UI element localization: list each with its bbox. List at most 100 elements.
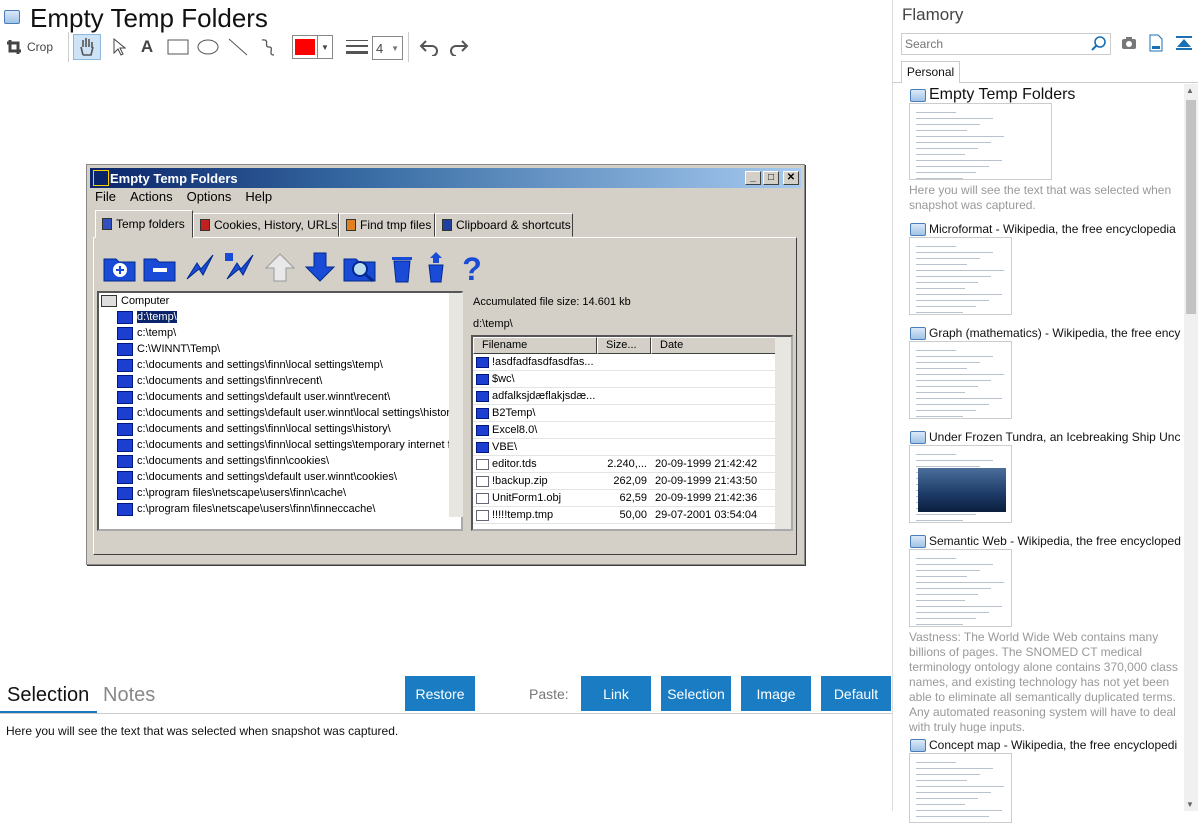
search-input[interactable] — [901, 33, 1111, 55]
column-size[interactable]: Size... — [597, 337, 651, 354]
arrow-down-icon[interactable] — [303, 251, 337, 283]
lightning-multi-icon[interactable] — [223, 251, 257, 283]
paste-selection-button[interactable]: Selection — [661, 676, 731, 711]
close-icon[interactable]: ✕ — [783, 171, 799, 185]
file-row[interactable]: !backup.zip 262,09 20-09-1999 21:43:50 — [473, 473, 777, 490]
entry-title[interactable]: Empty Temp Folders — [929, 86, 1181, 104]
thumbnail-text-line — [916, 124, 980, 125]
tab-temp-folders[interactable]: Temp folders — [95, 210, 193, 238]
entry-title[interactable]: Under Frozen Tundra, an Icebreaking Ship… — [929, 430, 1181, 444]
tab-selection[interactable]: Selection — [7, 684, 89, 707]
undo-button[interactable] — [416, 34, 442, 60]
tree-item[interactable]: c:\program files\netscape\users\finn\fin… — [117, 501, 375, 517]
tree-item[interactable]: c:\documents and settings\finn\local set… — [117, 437, 451, 453]
file-row[interactable]: !!!!!temp.tmp 50,00 29-07-2001 03:54:04 — [473, 507, 777, 524]
line-width-button[interactable] — [344, 34, 370, 60]
tree-item[interactable]: c:\program files\netscape\users\finn\cac… — [117, 485, 346, 501]
find-icon — [346, 219, 356, 231]
tree-root-label: Computer — [121, 295, 170, 307]
color-picker[interactable]: ▼ — [292, 34, 333, 60]
restore-button[interactable]: Restore — [405, 676, 475, 711]
entry-title[interactable]: Semantic Web - Wikipedia, the free encyc… — [929, 534, 1181, 548]
tree-item[interactable]: c:\documents and settings\default user.w… — [117, 405, 450, 421]
tree-item[interactable]: C:\WINNT\Temp\ — [117, 341, 220, 357]
paste-default-button[interactable]: Default — [821, 676, 891, 711]
tree-item[interactable]: d:\temp\ — [117, 309, 178, 325]
freehand-tool-button[interactable] — [254, 34, 282, 60]
file-row[interactable]: B2Temp\ — [473, 405, 777, 422]
lightning-icon[interactable] — [183, 251, 217, 283]
minimize-icon[interactable]: _ — [745, 171, 761, 185]
file-row[interactable]: adfalksjdæflakjsdæ... — [473, 388, 777, 405]
tree-item[interactable]: c:\documents and settings\finn\local set… — [117, 421, 391, 437]
maximize-icon[interactable]: □ — [763, 171, 779, 185]
file-row[interactable]: editor.tds 2.240,... 20-09-1999 21:42:42 — [473, 456, 777, 473]
tab-personal[interactable]: Personal — [901, 61, 960, 83]
paste-image-button[interactable]: Image — [741, 676, 811, 711]
entry-thumbnail[interactable] — [909, 445, 1012, 523]
remove-folder-icon[interactable] — [143, 251, 177, 283]
paste-link-button[interactable]: Link — [581, 676, 651, 711]
entry-thumbnail[interactable] — [909, 753, 1012, 823]
line-tool-button[interactable] — [224, 34, 252, 60]
entry-title[interactable]: Graph (mathematics) - Wikipedia, the fre… — [929, 326, 1181, 340]
tree-item[interactable]: c:\documents and settings\default user.w… — [117, 469, 397, 485]
line-width-select[interactable]: 4 ▼ — [372, 36, 403, 60]
collapse-top-icon[interactable] — [1175, 35, 1193, 51]
text-tool-button[interactable]: A — [136, 34, 158, 60]
ellipse-tool-button[interactable] — [194, 34, 222, 60]
trash-icon[interactable] — [385, 251, 419, 283]
thumbnail-text-line — [916, 178, 963, 179]
file-row[interactable]: UnitForm1.obj 62,59 20-09-1999 21:42:36 — [473, 490, 777, 507]
file-name: adfalksjdæflakjsdæ... — [492, 390, 596, 402]
column-date[interactable]: Date — [651, 337, 777, 354]
tab-clipboard[interactable]: Clipboard & shortcuts — [435, 213, 573, 237]
column-filename[interactable]: Filename — [473, 337, 597, 354]
scroll-down-icon[interactable]: ▼ — [1186, 800, 1194, 809]
help-icon[interactable]: ? — [455, 251, 489, 283]
arrow-up-icon[interactable] — [263, 251, 297, 283]
document-icon[interactable] — [1149, 34, 1163, 52]
tree-item[interactable]: c:\documents and settings\default user.w… — [117, 389, 390, 405]
search-folder-icon[interactable] — [343, 251, 377, 283]
rectangle-tool-button[interactable] — [164, 34, 192, 60]
file-row[interactable]: VBE\ — [473, 439, 777, 456]
entry-title[interactable]: Microformat - Wikipedia, the free encycl… — [929, 222, 1181, 236]
folder-tree[interactable]: Computer d:\temp\ c:\temp\ C:\WINNT\Temp\ c… — [97, 291, 463, 531]
file-row[interactable]: $wc\ — [473, 371, 777, 388]
entry-thumbnail[interactable] — [909, 237, 1012, 315]
entry-thumbnail[interactable] — [909, 103, 1052, 180]
sidebar-scrollbar-thumb[interactable] — [1186, 100, 1196, 314]
crop-button[interactable]: Crop — [6, 34, 58, 60]
pan-tool-button[interactable] — [73, 34, 101, 60]
entry-thumbnail[interactable] — [909, 341, 1012, 419]
menu-actions[interactable]: Actions — [130, 189, 173, 204]
tab-cookies[interactable]: Cookies, History, URLs — [193, 213, 339, 237]
add-folder-icon[interactable] — [103, 251, 137, 283]
menu-options[interactable]: Options — [187, 189, 232, 204]
tree-scrollbar[interactable] — [449, 293, 463, 517]
tree-root[interactable]: Computer — [101, 293, 169, 309]
entry-thumbnail[interactable] — [909, 549, 1012, 627]
thumbnail-text-line — [916, 792, 991, 793]
tree-item[interactable]: c:\documents and settings\finn\local set… — [117, 357, 383, 373]
tab-label: Clipboard & shortcuts — [456, 218, 571, 232]
tree-item[interactable]: c:\documents and settings\finn\cookies\ — [117, 453, 329, 469]
camera-icon[interactable] — [1121, 36, 1137, 50]
scroll-up-icon[interactable]: ▲ — [1186, 86, 1194, 95]
menu-help[interactable]: Help — [245, 189, 272, 204]
search-icon[interactable] — [1091, 36, 1107, 52]
file-row[interactable]: !asdfadfasdfasdfas... — [473, 354, 777, 371]
tree-item[interactable]: c:\documents and settings\finn\recent\ — [117, 373, 322, 389]
menu-file[interactable]: File — [95, 189, 116, 204]
redo-button[interactable] — [446, 34, 472, 60]
file-list-scrollbar[interactable] — [775, 337, 791, 529]
entry-title[interactable]: Concept map - Wikipedia, the free encycl… — [929, 738, 1181, 752]
tree-item[interactable]: c:\temp\ — [117, 325, 176, 341]
tab-find-tmp[interactable]: Find tmp files — [339, 213, 435, 237]
select-tool-button[interactable] — [107, 34, 131, 60]
trash-up-icon[interactable] — [419, 251, 453, 283]
file-row[interactable]: Excel8.0\ — [473, 422, 777, 439]
tab-notes[interactable]: Notes — [103, 684, 155, 707]
file-list[interactable]: Filename Size... Date !asdfadfasdfasdfas… — [471, 335, 793, 531]
